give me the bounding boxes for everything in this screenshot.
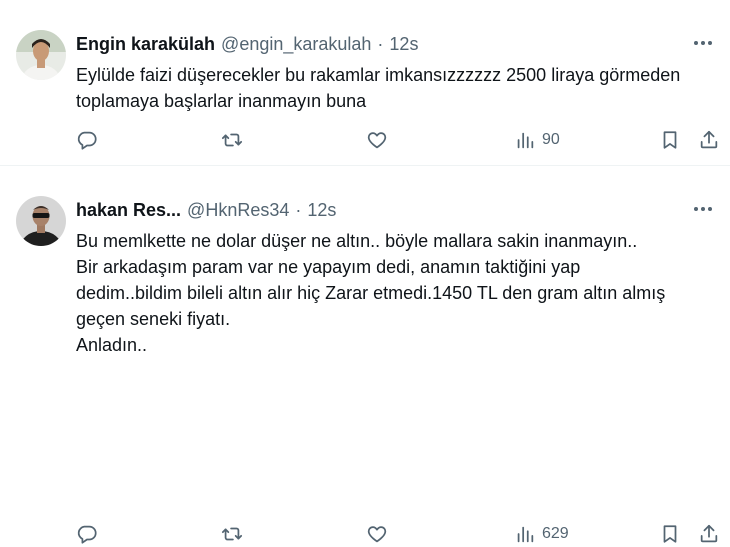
share-icon [700,524,718,543]
bookmark-button[interactable] [659,523,681,545]
bookmark-button[interactable] [659,129,681,151]
bookmark-icon [663,131,677,149]
separator-dot: · [377,34,384,54]
separator-dot: · [295,200,302,220]
views-count: 629 [542,525,569,542]
like-button[interactable] [366,523,388,545]
tweet[interactable]: hakan Res... @HknRes34 · 12s Bu memlkett… [0,165,730,544]
tweet[interactable]: Engin karakülah @engin_karakulah · 12s E… [0,0,730,165]
more-dots-icon[interactable] [692,202,714,216]
share-button[interactable] [698,523,720,545]
heart-icon [367,132,387,149]
avatar[interactable] [16,30,66,80]
views-count: 90 [542,131,560,148]
display-name[interactable]: hakan Res... [76,199,181,221]
reply-button[interactable] [76,523,98,545]
views-chart-icon [517,132,534,149]
reply-button[interactable] [76,129,98,151]
reply-icon [77,525,97,544]
timestamp[interactable]: 12s [389,33,418,55]
reply-icon [77,131,97,150]
tweet-header: Engin karakülah @engin_karakulah · 12s [76,33,418,55]
action-bar: 90 [76,127,718,153]
retweet-button[interactable] [221,129,243,151]
views-chart-icon [517,526,534,543]
user-handle[interactable]: @engin_karakulah [221,33,371,55]
user-handle[interactable]: @HknRes34 [187,199,289,221]
share-icon [700,130,718,149]
tweet-header: hakan Res... @HknRes34 · 12s [76,199,336,221]
more-dots-icon[interactable] [692,36,714,50]
tweet-text: Eylülde faizi düşerecekler bu rakamlar i… [76,65,681,111]
retweet-icon [221,527,243,541]
avatar[interactable] [16,196,66,246]
like-button[interactable] [366,129,388,151]
tweet-text: Bu memlkette ne dolar düşer ne altın.. b… [76,231,666,355]
heart-icon [367,526,387,543]
retweet-button[interactable] [221,523,243,545]
retweet-icon [221,133,243,147]
bookmark-icon [663,525,677,543]
views-button[interactable]: 629 [514,523,569,545]
views-button[interactable]: 90 [514,129,560,151]
display-name[interactable]: Engin karakülah [76,33,215,55]
share-button[interactable] [698,129,720,151]
action-bar: 629 [76,521,718,547]
timestamp[interactable]: 12s [307,199,336,221]
